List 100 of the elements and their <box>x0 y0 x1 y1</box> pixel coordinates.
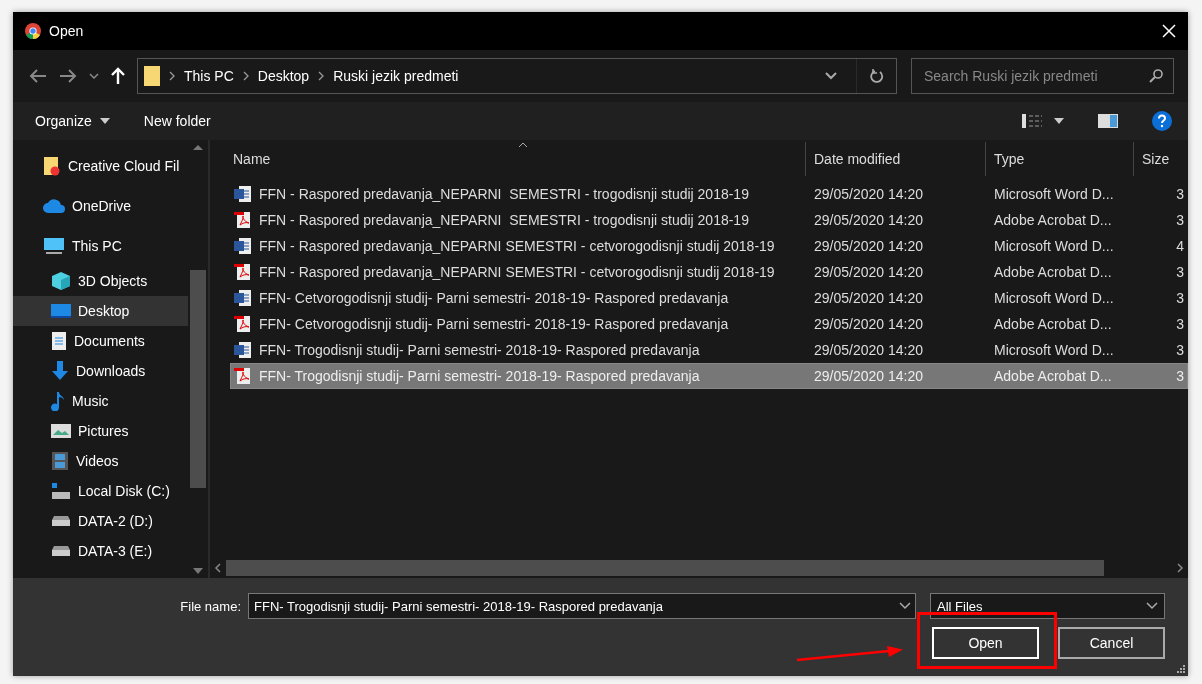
column-header[interactable]: Type <box>985 142 1133 176</box>
dialog-button[interactable]: Cancel <box>1058 627 1165 659</box>
file-type-dropdown[interactable]: All Files <box>930 593 1165 619</box>
pdf-document-icon <box>234 263 252 281</box>
breadcrumb[interactable]: Ruski jezik predmeti <box>333 68 459 84</box>
file-name: FFN- Trogodisnji studij- Parni semestri- 2018-19- Raspored predavanja <box>231 367 806 385</box>
file-row[interactable]: FFN - Raspored predavanja_NEPARNI SEMESTRI - cetvorogodisnji studij 2018-19 29/05/2020 14:20 Adobe Acrobat D... 3 <box>230 259 1188 285</box>
chevron-down-icon <box>825 72 837 80</box>
chevron-down-icon <box>899 602 911 610</box>
table-cell-text: 29/05/2020 14:20 <box>813 342 924 358</box>
table-cell-text: 29/05/2020 14:20 <box>813 316 924 332</box>
picture-icon <box>51 423 71 439</box>
sidebar-item[interactable]: Music <box>13 386 188 416</box>
search-box[interactable]: Search Ruski jezik predmeti <box>911 58 1174 94</box>
file-name: FFN - Raspored predavanja_NEPARNI SEMESTRI - cetvorogodisnji studij 2018-19 <box>231 263 806 281</box>
sidebar-item[interactable]: Videos <box>13 446 188 476</box>
window-title: Open <box>49 23 85 39</box>
column-header[interactable]: Date modified <box>805 142 985 176</box>
table-cell-text: 29/05/2020 14:20 <box>813 368 924 384</box>
pdf-document-icon <box>234 211 252 229</box>
chevron-icon <box>317 71 326 81</box>
scroll-left-icon <box>214 563 222 573</box>
caret-icon <box>1054 118 1064 124</box>
sidebar-item[interactable]: DATA-3 (E:) <box>13 536 188 566</box>
table-cell-text: 29/05/2020 14:20 <box>813 186 924 202</box>
help-icon <box>1152 111 1172 131</box>
sidebar-item[interactable]: Desktop <box>13 296 188 326</box>
file-row[interactable]: FFN - Raspored predavanja_NEPARNI SEMESTRI - trogodisnji studij 2018-19 29/05/2020 14:20 Microsoft Word D... 3 <box>230 181 1188 207</box>
table-cell-text: Adobe Acrobat D... <box>993 316 1113 332</box>
up-arrow-icon <box>111 67 125 85</box>
scroll-right-icon <box>1176 563 1184 573</box>
column-header[interactable]: Name <box>230 142 805 176</box>
music-note-icon <box>51 391 65 411</box>
file-name-label: File name: <box>180 598 242 614</box>
drive-icon <box>51 516 71 526</box>
column-header[interactable]: Size <box>1133 142 1188 176</box>
close-button[interactable] <box>1162 24 1176 38</box>
table-cell-text: 3 <box>1175 368 1185 384</box>
table-cell-text: Microsoft Word D... <box>993 186 1115 202</box>
sidebar-item[interactable]: 3D Objects <box>13 266 188 296</box>
word-document-icon <box>234 237 252 255</box>
breadcrumb[interactable]: This PC <box>184 68 234 84</box>
table-cell-text: Adobe Acrobat D... <box>993 264 1113 280</box>
file-name: FFN - Raspored predavanja_NEPARNI SEMESTRI - trogodisnji studij 2018-19 <box>231 185 806 203</box>
file-row[interactable]: FFN- Cetvorogodisnji studij- Parni semestri- 2018-19- Raspored predavanja 29/05/2020 14:20 Adobe Acrobat D... 3 <box>230 311 1188 337</box>
scroll-up-icon <box>193 144 203 150</box>
drive-icon <box>51 546 71 556</box>
help-button[interactable] <box>1152 111 1172 131</box>
file-row[interactable]: FFN- Trogodisnji studij- Parni semestri- 2018-19- Raspored predavanja 29/05/2020 14:20 Adobe Acrobat D... 3 <box>230 363 1188 389</box>
refresh-icon <box>869 69 884 83</box>
back-button[interactable] <box>29 69 47 83</box>
file-row[interactable]: FFN - Raspored predavanja_NEPARNI SEMESTRI - cetvorogodisnji studij 2018-19 29/05/2020 14:20 Microsoft Word D... 4 <box>230 233 1188 259</box>
table-cell-text: 3 <box>1175 186 1185 202</box>
sidebar-item[interactable]: Documents <box>13 326 188 356</box>
folder-icon <box>43 156 61 176</box>
word-document-icon <box>234 185 252 203</box>
table-cell-text: Adobe Acrobat D... <box>993 212 1113 228</box>
table-cell-text: Microsoft Word D... <box>993 238 1115 254</box>
cube-icon <box>51 271 71 291</box>
sidebar-item[interactable]: Local Disk (C:) <box>13 476 188 506</box>
word-document-icon <box>234 341 252 359</box>
file-name-field[interactable]: FFN- Trogodisnji studij- Parni semestri- 2018-19- Raspored predavanja <box>248 593 916 619</box>
search-field[interactable]: Search Ruski jezik predmeti <box>922 59 1149 93</box>
sidebar-item[interactable]: DATA-2 (D:) <box>13 506 188 536</box>
file-name-input[interactable]: FFN- Trogodisnji studij- Parni semestri- 2018-19- Raspored predavanja <box>254 598 899 614</box>
chevron-down-icon <box>1146 602 1158 610</box>
chevron-icon <box>168 71 176 81</box>
sidebar-item[interactable]: OneDrive <box>13 186 188 226</box>
new-folder-button[interactable]: New folder <box>143 113 211 129</box>
sidebar-item[interactable]: Pictures <box>13 416 188 446</box>
drive-icon <box>51 482 71 500</box>
forward-button[interactable] <box>59 69 77 83</box>
table-cell-text: 3 <box>1175 316 1185 332</box>
download-icon <box>51 361 69 381</box>
film-icon <box>51 451 69 471</box>
close-icon <box>1162 24 1176 38</box>
sort-ascending-icon <box>517 142 528 148</box>
sidebar-item[interactable]: This PC <box>13 226 188 266</box>
organize-menu[interactable]: Organize <box>35 113 110 129</box>
recent-dropdown-button[interactable] <box>89 73 99 79</box>
table-cell-text: 29/05/2020 14:20 <box>813 264 924 280</box>
table-cell-text: 3 <box>1175 212 1185 228</box>
file-row[interactable]: FFN- Trogodisnji studij- Parni semestri- 2018-19- Raspored predavanja 29/05/2020 14:20 Microsoft Word D... 3 <box>230 337 1188 363</box>
sidebar-item[interactable]: Downloads <box>13 356 188 386</box>
file-row[interactable]: FFN - Raspored predavanja_NEPARNI SEMESTRI - trogodisnji studij 2018-19 29/05/2020 14:20 Adobe Acrobat D... 3 <box>230 207 1188 233</box>
sidebar-item[interactable]: Creative Cloud Fil <box>13 146 188 186</box>
up-button[interactable] <box>111 67 125 85</box>
breadcrumb[interactable]: Desktop <box>257 68 310 84</box>
table-cell-text: Adobe Acrobat D... <box>993 368 1113 384</box>
table-cell-text: 3 <box>1175 342 1185 358</box>
table-cell-text: 29/05/2020 14:20 <box>813 238 924 254</box>
dialog-button[interactable]: Open <box>932 627 1039 659</box>
word-document-icon <box>234 289 252 307</box>
table-cell-text: 29/05/2020 14:20 <box>813 290 924 306</box>
pdf-document-icon <box>234 367 252 385</box>
table-cell-text: Microsoft Word D... <box>993 290 1115 306</box>
file-row[interactable]: FFN- Cetvorogodisnji studij- Parni semestri- 2018-19- Raspored predavanja 29/05/2020 14:20 Microsoft Word D... 3 <box>230 285 1188 311</box>
view-options-button[interactable] <box>1022 114 1064 128</box>
computer-icon <box>43 237 65 255</box>
address-bar[interactable]: This PC Desktop Ruski jezik predmeti <box>137 58 897 94</box>
